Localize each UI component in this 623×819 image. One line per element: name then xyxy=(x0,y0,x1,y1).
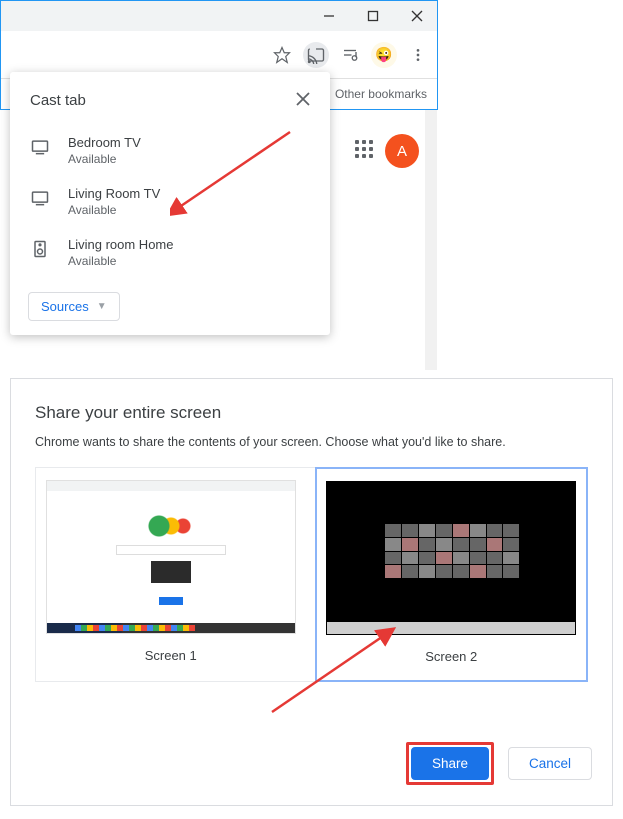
annotation-arrow xyxy=(262,612,422,722)
cast-device-status: Available xyxy=(68,152,141,166)
share-button[interactable]: Share xyxy=(411,747,489,780)
annotation-arrow xyxy=(170,122,300,222)
sources-label: Sources xyxy=(41,299,89,314)
screen-1-thumbnail xyxy=(46,480,296,634)
cast-popup-title: Cast tab xyxy=(30,92,86,109)
speaker-icon xyxy=(30,239,50,259)
menu-icon[interactable] xyxy=(405,42,431,68)
cast-device-status: Available xyxy=(68,203,160,217)
chevron-down-icon: ▼ xyxy=(97,301,107,312)
cast-icon[interactable] xyxy=(303,42,329,68)
cancel-button[interactable]: Cancel xyxy=(508,747,592,780)
screen-label: Screen 2 xyxy=(425,649,477,664)
cast-device-name: Living Room TV xyxy=(68,186,160,201)
annotation-highlight: Share xyxy=(406,742,494,785)
close-icon[interactable] xyxy=(290,86,316,115)
star-icon[interactable] xyxy=(269,42,295,68)
tv-icon xyxy=(30,188,50,208)
extension-icon[interactable]: 😜 xyxy=(371,42,397,68)
apps-grid-icon[interactable] xyxy=(355,140,375,160)
dialog-title: Share your entire screen xyxy=(35,403,588,423)
share-screen-dialog: Share your entire screen Chrome wants to… xyxy=(10,378,613,806)
close-button[interactable] xyxy=(405,4,429,28)
screen-label: Screen 1 xyxy=(145,648,197,663)
other-bookmarks-folder[interactable]: Other bookmarks xyxy=(335,87,427,101)
cast-device-name: Living room Home xyxy=(68,237,174,252)
cast-device-living-room-home[interactable]: Living room Home Available xyxy=(10,227,330,278)
maximize-button[interactable] xyxy=(361,4,385,28)
minimize-button[interactable] xyxy=(317,4,341,28)
window-titlebar xyxy=(1,1,437,31)
media-icon[interactable] xyxy=(337,42,363,68)
cast-device-status: Available xyxy=(68,254,174,268)
dialog-subtitle: Chrome wants to share the contents of yo… xyxy=(35,435,588,449)
tv-icon xyxy=(30,137,50,157)
sources-button[interactable]: Sources ▼ xyxy=(28,292,120,321)
cast-device-name: Bedroom TV xyxy=(68,135,141,150)
profile-avatar[interactable]: A xyxy=(385,134,419,168)
